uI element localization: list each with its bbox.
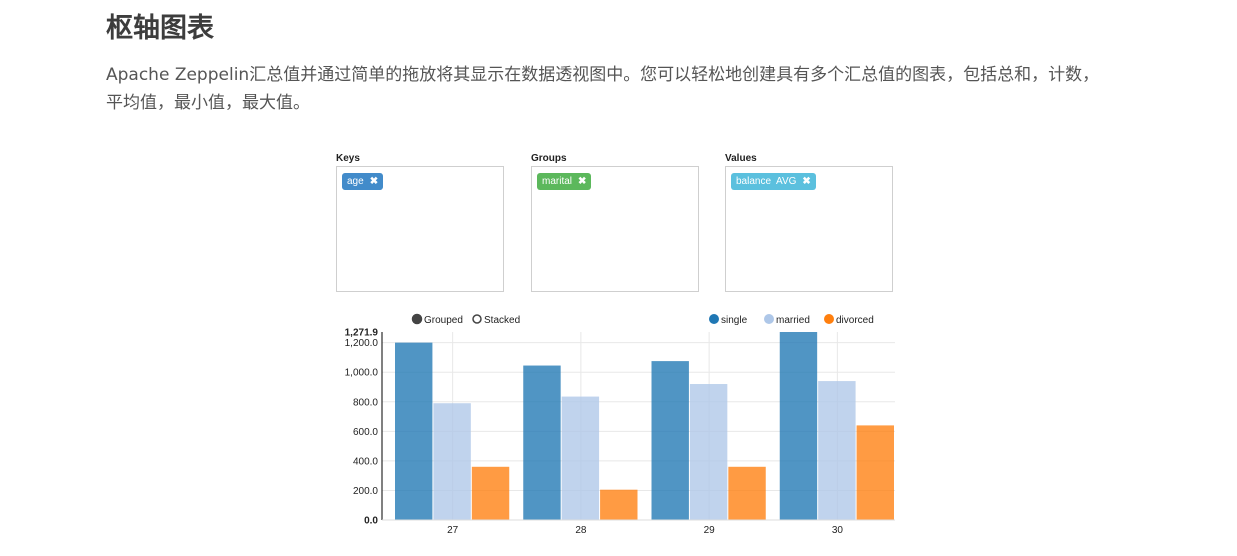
values-dropzone[interactable]: balance AVG ✖ [725, 166, 893, 292]
bar-married-28[interactable] [561, 396, 600, 520]
y-tick-label: 0.0 [364, 516, 378, 527]
y-max-label: 1,271.9 [345, 328, 379, 339]
x-tick-label: 29 [704, 525, 716, 536]
legend-label: single [721, 315, 748, 326]
grouped-label: Grouped [424, 315, 463, 326]
bar-single-30[interactable] [779, 332, 818, 520]
y-axis: 0.0 200.0 400.0 600.0 800.0 1,000.0 1,200.01,2… [345, 328, 383, 527]
values-label: Values [725, 153, 757, 164]
intro-paragraph: Apache Zeppelin汇总值并通过简单的拖放将其显示在数据透视图中。您可… [106, 65, 1100, 113]
remove-value-icon[interactable]: ✖ [802, 176, 810, 187]
y-tick-label: 1,200.0 [345, 338, 379, 349]
keys-label: Keys [336, 153, 360, 164]
bar-divorced-28[interactable] [600, 489, 638, 520]
stacked-control[interactable]: Stacked [472, 314, 520, 326]
bar-chart: 0.0 200.0 400.0 600.0 800.0 1,000.0 1,200.01,2… [345, 313, 895, 536]
bar-married-29[interactable] [689, 384, 728, 520]
legend-dot-icon [824, 314, 834, 324]
legend-label: married [776, 315, 810, 326]
key-pill-label: age [347, 176, 364, 187]
legend-item-divorced[interactable]: divorced [824, 314, 874, 326]
y-tick-label: 400.0 [353, 456, 378, 467]
keys-dropzone[interactable]: age ✖ [336, 166, 504, 292]
x-axis: 27 28 29 30 [382, 519, 895, 536]
group-pill-label: marital [542, 176, 573, 187]
chart-bars [395, 332, 894, 520]
x-tick-label: 27 [447, 525, 459, 536]
bar-divorced-30[interactable] [856, 425, 894, 520]
bar-single-27[interactable] [395, 342, 433, 520]
y-tick-label: 600.0 [353, 427, 378, 438]
groups-label: Groups [531, 153, 567, 164]
legend-dot-icon [709, 314, 719, 324]
pivot-chart-widget: Keys age ✖ Groups marital ✖ Values balan… [334, 150, 900, 550]
x-tick-label: 30 [832, 525, 844, 536]
group-pill-marital[interactable]: marital ✖ [537, 173, 592, 190]
y-tick-label: 800.0 [353, 397, 378, 408]
remove-key-icon[interactable]: ✖ [370, 176, 378, 187]
legend-label: divorced [836, 315, 874, 326]
legend-dot-icon [764, 314, 774, 324]
bar-married-30[interactable] [818, 381, 856, 520]
legend-item-single[interactable]: single [709, 314, 748, 326]
grouped-control[interactable]: Grouped [411, 313, 463, 327]
chart-legend: single married divorced [709, 314, 874, 326]
bar-single-28[interactable] [523, 365, 561, 520]
grouped-radio-icon[interactable] [411, 313, 423, 325]
bar-single-29[interactable] [651, 361, 689, 520]
stacked-label: Stacked [484, 315, 520, 326]
stacked-radio-icon[interactable] [472, 314, 482, 324]
value-pill-balance-avg[interactable]: balance AVG ✖ [731, 173, 816, 190]
bar-divorced-29[interactable] [728, 466, 766, 520]
value-pill-label: balance AVG [736, 176, 797, 187]
bar-divorced-27[interactable] [471, 466, 510, 520]
groups-dropzone[interactable]: marital ✖ [531, 166, 699, 292]
y-tick-label: 1,000.0 [345, 368, 379, 379]
y-tick-label: 200.0 [353, 486, 378, 497]
remove-group-icon[interactable]: ✖ [578, 176, 586, 187]
x-tick-label: 28 [575, 525, 587, 536]
legend-item-married[interactable]: married [764, 314, 810, 326]
key-pill-age[interactable]: age ✖ [342, 173, 384, 190]
bar-married-27[interactable] [433, 403, 471, 520]
page-title: 枢轴图表 [106, 13, 214, 44]
